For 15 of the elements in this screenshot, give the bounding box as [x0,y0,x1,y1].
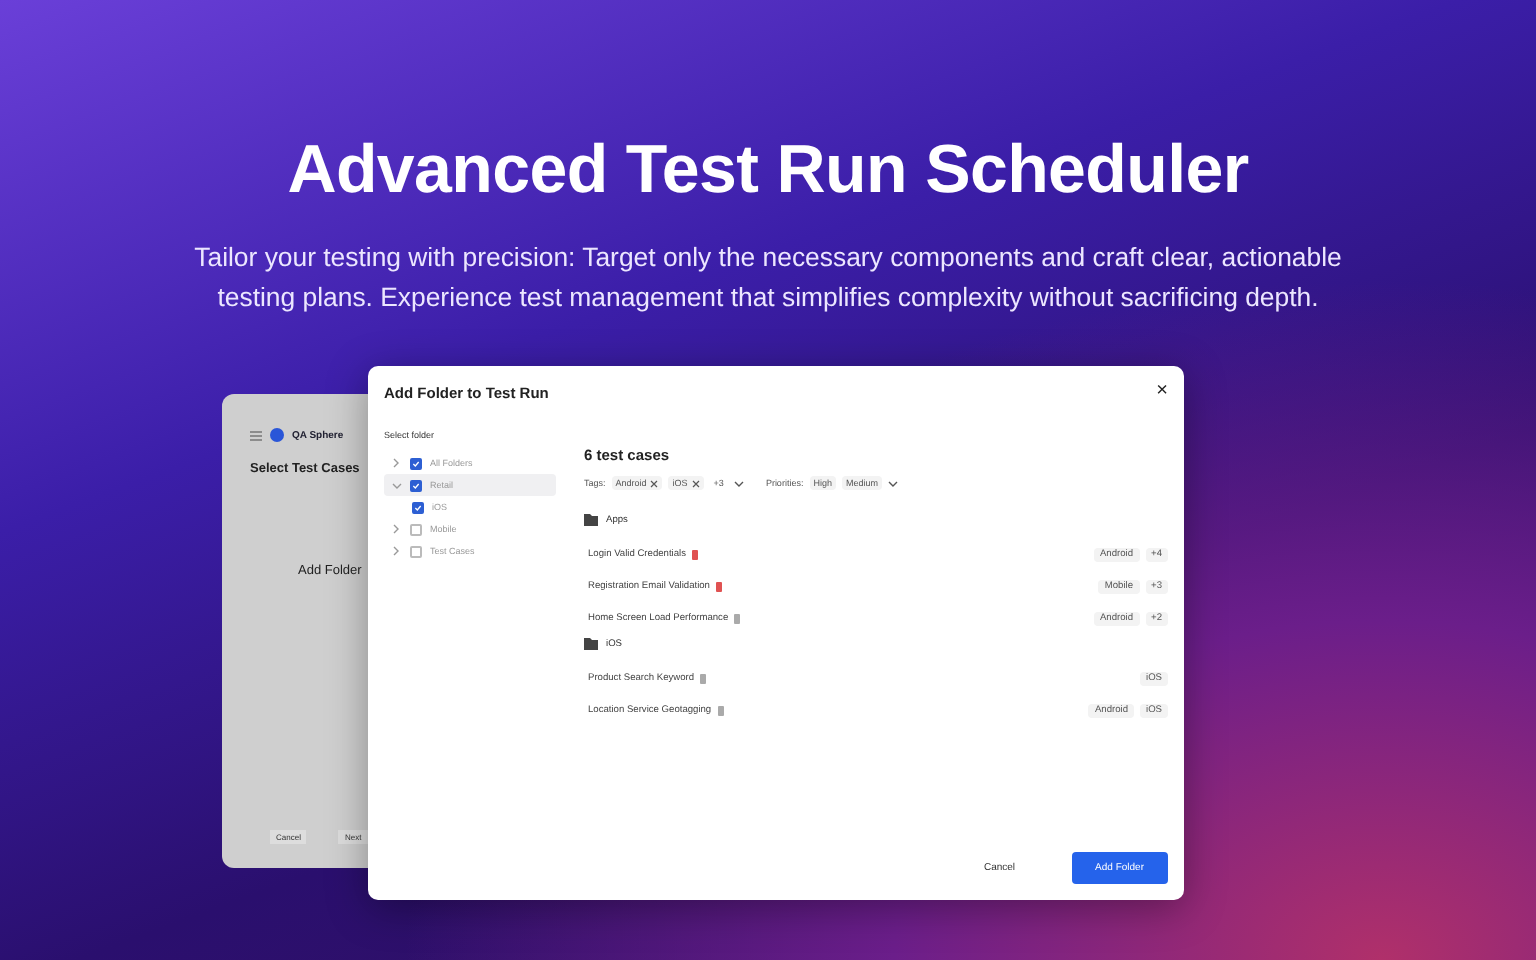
logo-icon [270,428,284,442]
folder-icon [584,638,598,650]
remove-icon[interactable] [650,479,659,487]
hero-title: Advanced Test Run Scheduler [287,132,1249,210]
hero-subtitle: Tailor your testing with precision: Target only the necessary components and craft clear, actionable testing plans. Experience test management that simplifies complexity without sacrificing depth. [192,240,1344,316]
chevron-icon[interactable] [887,479,898,487]
chevron-icon[interactable] [733,479,744,487]
checkbox[interactable] [410,523,422,535]
checkbox[interactable] [410,479,422,491]
remove-icon[interactable] [691,479,700,487]
close-button[interactable]: × [1156,382,1168,402]
folder-icon [584,514,598,526]
checkbox[interactable] [410,545,422,557]
checkbox[interactable] [412,501,424,513]
checkbox[interactable] [410,457,422,469]
